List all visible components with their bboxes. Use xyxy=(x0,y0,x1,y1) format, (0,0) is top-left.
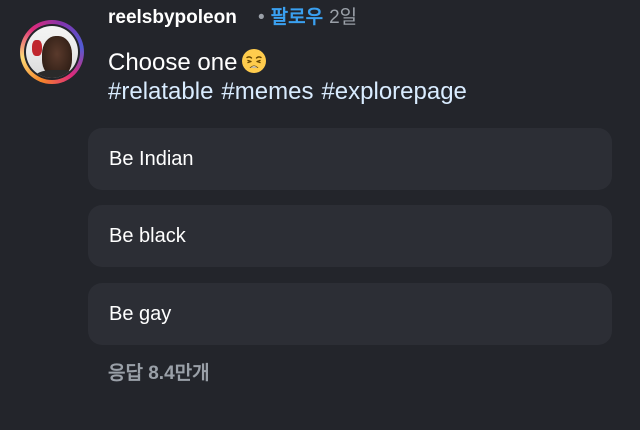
poll-option-be-black[interactable]: Be black xyxy=(88,205,612,267)
post-meta: • 팔로우 2일 xyxy=(258,6,357,30)
avatar-image xyxy=(24,24,80,80)
hashtags: #relatable #memes #explorepage xyxy=(108,78,475,106)
timestamp: 2일 xyxy=(329,7,358,28)
poll-option-label: Be black xyxy=(109,224,186,247)
hashtag-link[interactable]: #relatable xyxy=(108,78,213,105)
follow-button[interactable]: 팔로우 xyxy=(271,7,323,28)
poll-option-label: Be gay xyxy=(109,302,172,325)
caption-text: Choose one xyxy=(108,49,238,76)
responses-count[interactable]: 응답 8.4만개 xyxy=(108,362,210,386)
hashtag-link[interactable]: #memes xyxy=(221,78,313,105)
hashtag-link[interactable]: #explorepage xyxy=(321,78,466,105)
username-link[interactable]: reelsbypoleon xyxy=(108,6,237,30)
poll-option-be-indian[interactable]: Be Indian xyxy=(88,128,612,190)
poll-option-label: Be Indian xyxy=(109,147,194,170)
separator-dot: • xyxy=(258,7,265,28)
poll-post: reelsbypoleon • 팔로우 2일 Choose one #relatab… xyxy=(0,0,640,430)
weary-face-icon xyxy=(242,49,267,73)
poll-option-be-gay[interactable]: Be gay xyxy=(88,283,612,345)
caption: Choose one xyxy=(108,48,267,77)
avatar[interactable] xyxy=(20,20,84,84)
